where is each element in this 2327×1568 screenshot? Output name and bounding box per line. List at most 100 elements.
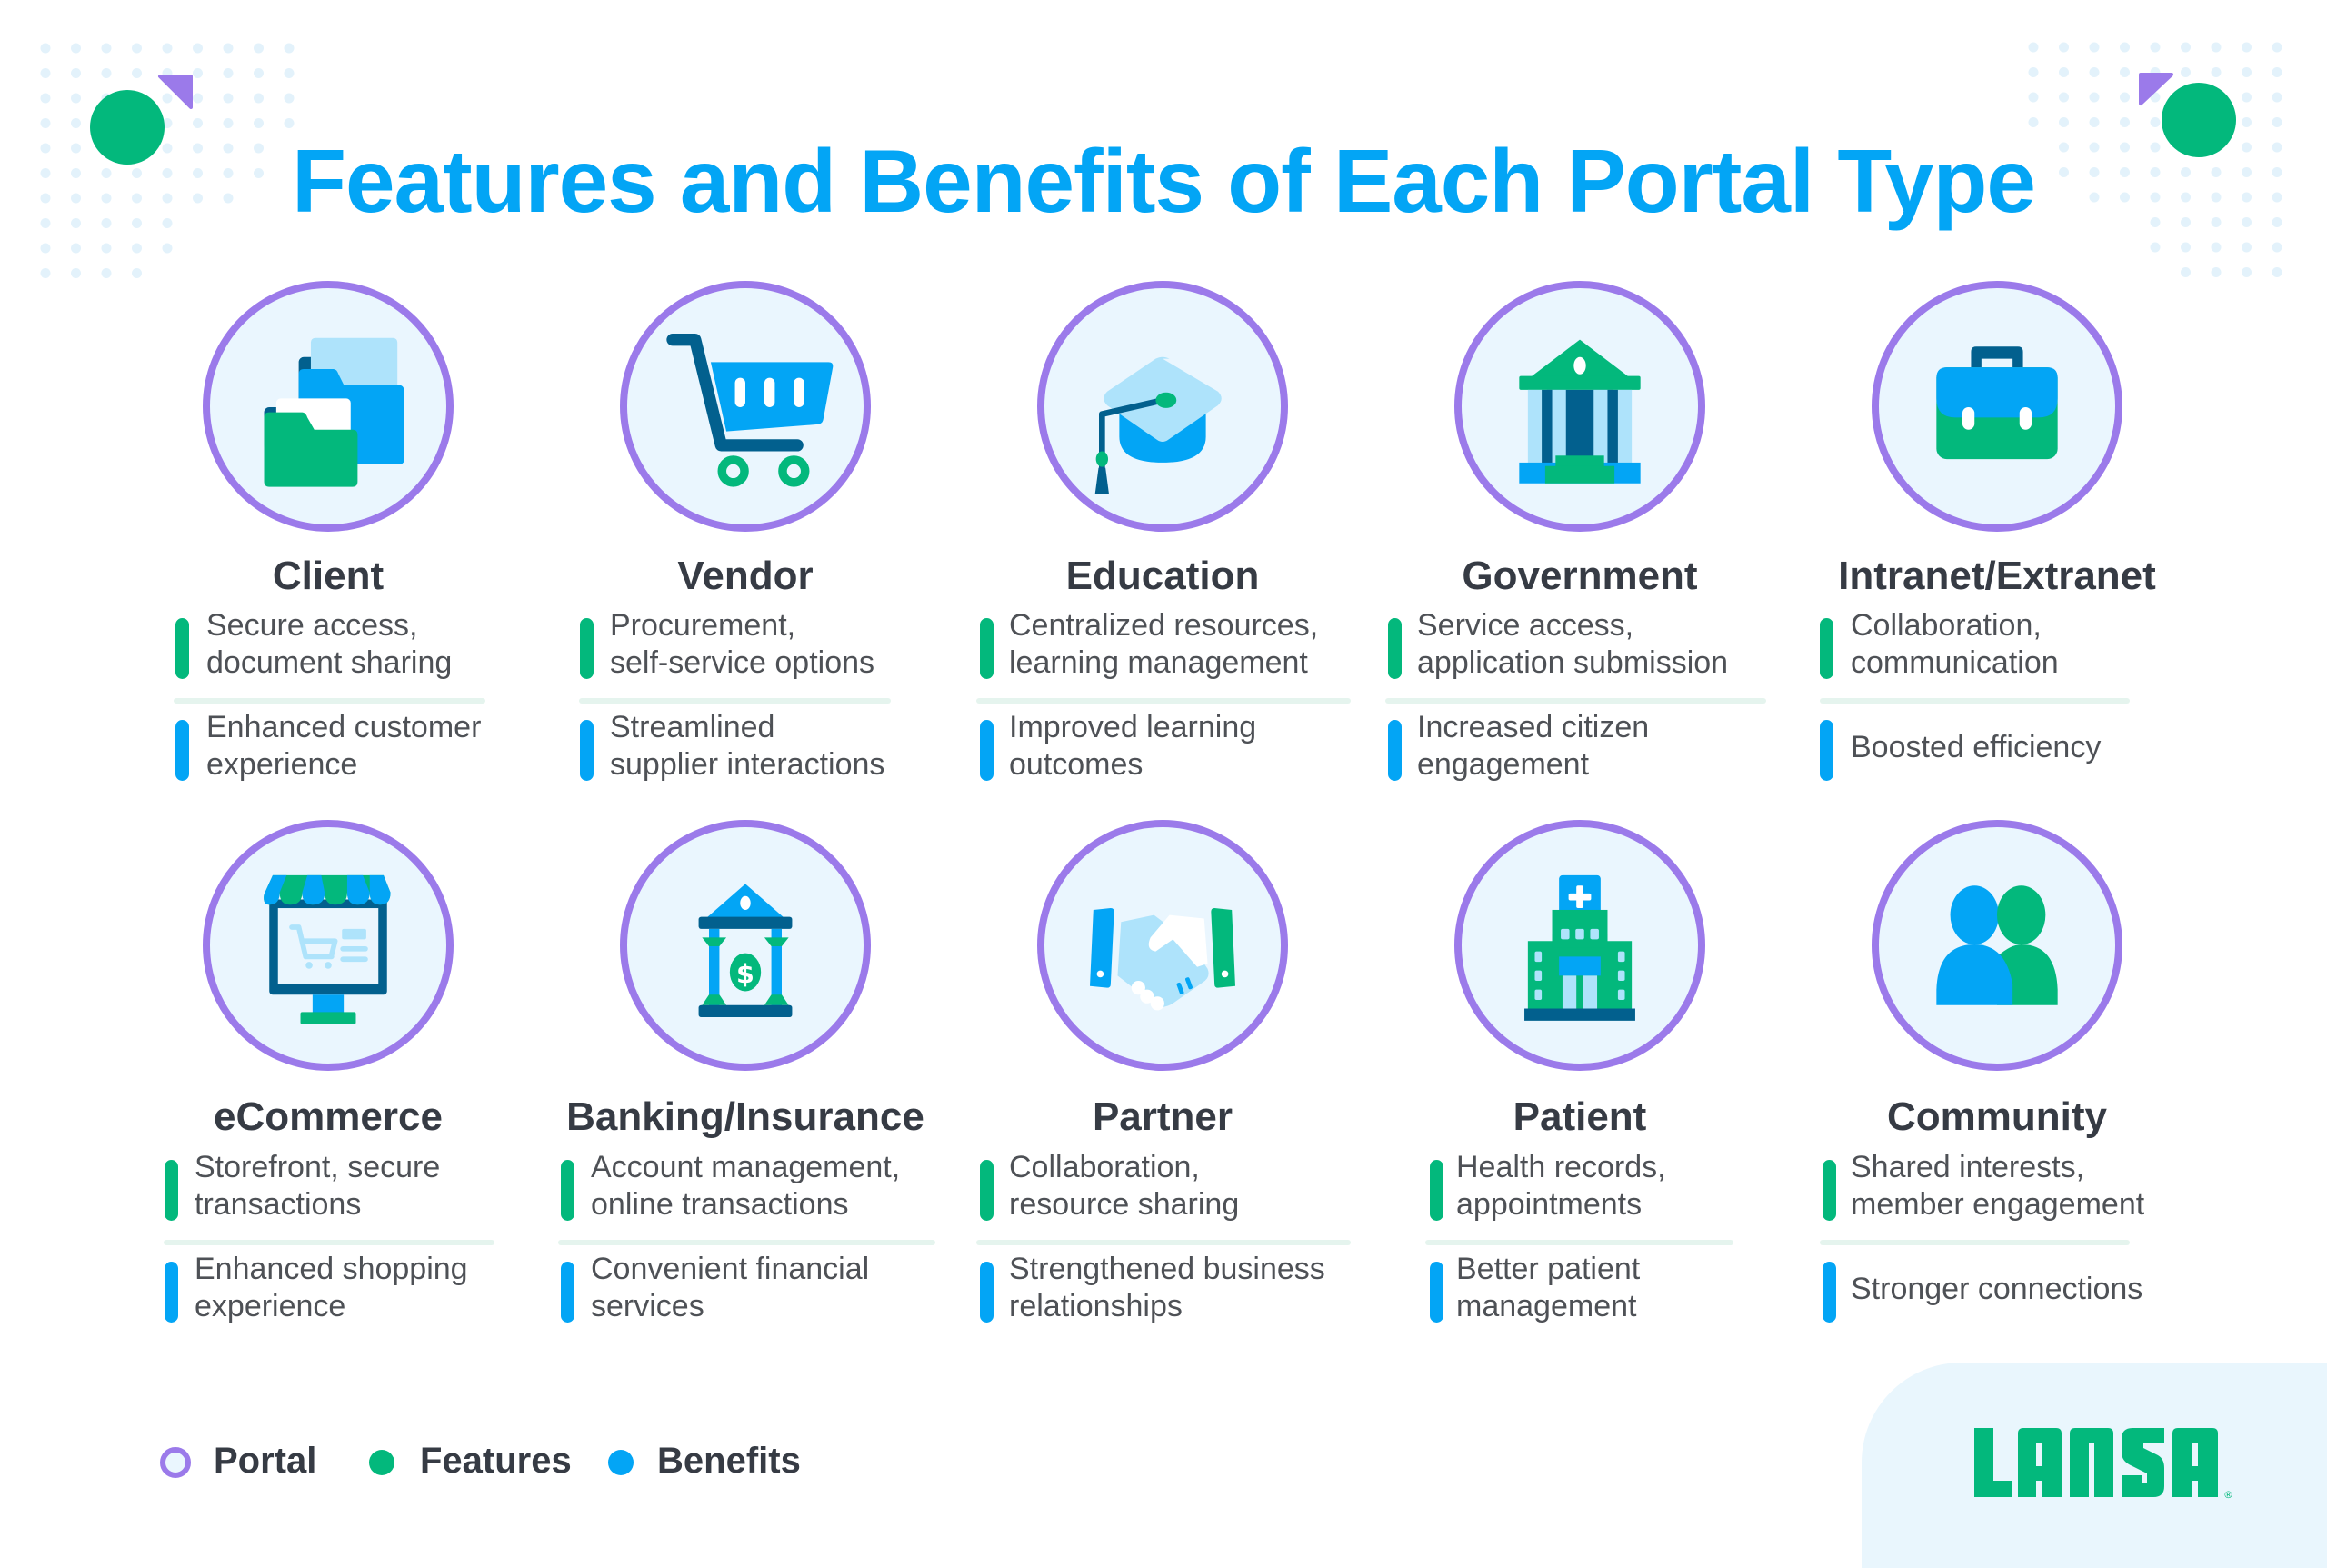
benefit-line: Better patient bbox=[1456, 1252, 1641, 1286]
decorative-dot bbox=[2242, 267, 2252, 277]
graduation-cap-icon bbox=[1094, 356, 1222, 494]
decorative-dot bbox=[101, 68, 112, 78]
svg-text:$: $ bbox=[736, 958, 754, 989]
legend-label-portal: Portal bbox=[214, 1441, 317, 1481]
decorative-dot bbox=[284, 68, 295, 78]
feature-line: document sharing bbox=[206, 645, 453, 680]
decorative-dot bbox=[254, 93, 264, 104]
divider bbox=[976, 1240, 1351, 1245]
decorative-dot bbox=[2181, 267, 2191, 277]
benefit-marker bbox=[561, 1262, 574, 1323]
decorative-dot bbox=[40, 268, 51, 278]
decorative-dot bbox=[2059, 117, 2069, 127]
decorative-dot bbox=[284, 43, 295, 54]
feature-line: member engagement bbox=[1851, 1187, 2145, 1222]
decorative-dot bbox=[2150, 117, 2161, 127]
decorative-dot bbox=[2242, 67, 2252, 77]
feature-line: Secure access, bbox=[206, 608, 418, 643]
divider bbox=[174, 698, 485, 704]
divider bbox=[976, 698, 1351, 704]
decorative-dot bbox=[101, 268, 112, 278]
benefit-marker bbox=[980, 1262, 994, 1323]
decorative-dot bbox=[2272, 42, 2282, 53]
decorative-dot bbox=[2211, 67, 2222, 77]
decorative-dot bbox=[132, 243, 142, 254]
decorative-dot bbox=[101, 243, 112, 254]
benefit-line: experience bbox=[195, 1289, 346, 1323]
decorative-dot bbox=[2059, 42, 2069, 53]
decorative-dot bbox=[284, 93, 295, 104]
feature-line: appointments bbox=[1456, 1187, 1643, 1222]
portal-ring bbox=[203, 820, 454, 1071]
briefcase-icon bbox=[1936, 346, 2058, 460]
decorative-dot bbox=[254, 118, 264, 128]
decorative-dot bbox=[2242, 242, 2252, 253]
feature-marker bbox=[165, 1160, 178, 1221]
decorative-dot bbox=[2028, 67, 2039, 77]
decorative-dot bbox=[132, 43, 142, 54]
portal-ring bbox=[1454, 820, 1705, 1071]
portal-ring bbox=[1037, 820, 1288, 1071]
decorative-dot bbox=[2181, 242, 2191, 253]
benefit-text: Streamlined supplier interactions bbox=[610, 709, 884, 784]
decorative-dot bbox=[162, 43, 173, 54]
portal-ring bbox=[1454, 281, 1705, 532]
benefit-marker bbox=[175, 720, 189, 781]
feature-text: Collaboration, communication bbox=[1851, 607, 2059, 682]
portal-ring bbox=[1037, 281, 1288, 532]
benefit-line: Stronger connections bbox=[1851, 1272, 2143, 1306]
decorative-dot bbox=[71, 68, 81, 78]
feature-line: Health records, bbox=[1456, 1150, 1666, 1184]
legend-label-benefits: Benefits bbox=[657, 1441, 801, 1481]
decorative-dot bbox=[2150, 42, 2161, 53]
decorative-dot bbox=[40, 118, 51, 128]
decorative-dot bbox=[40, 43, 51, 54]
feature-line: Collaboration, bbox=[1009, 1150, 1200, 1184]
feature-line: Storefront, secure bbox=[195, 1150, 441, 1184]
decorative-dot bbox=[162, 243, 173, 254]
benefit-text: Boosted efficiency bbox=[1851, 729, 2101, 766]
decorative-dot bbox=[2089, 42, 2100, 53]
feature-line: learning management bbox=[1009, 645, 1308, 680]
bank-dollar-icon: $ bbox=[698, 884, 793, 1018]
decorative-dot bbox=[71, 118, 81, 128]
decorative-dot bbox=[101, 43, 112, 54]
legend-portal-ring-icon bbox=[160, 1447, 191, 1478]
page-title: Features and Benefits of Each Portal Typ… bbox=[292, 131, 2036, 231]
feature-line: Service access, bbox=[1417, 608, 1634, 643]
feature-text: Secure access, document sharing bbox=[206, 607, 452, 682]
decorative-dot bbox=[2150, 242, 2161, 253]
feature-line: Shared interests, bbox=[1851, 1150, 2085, 1184]
benefit-marker bbox=[1823, 1262, 1836, 1323]
divider bbox=[579, 698, 891, 704]
decorative-dot bbox=[2272, 267, 2282, 277]
portal-ring bbox=[1872, 820, 2122, 1071]
feature-marker bbox=[1430, 1160, 1443, 1221]
benefit-text: Increased citizen engagement bbox=[1417, 709, 1649, 784]
decorative-triangle-left bbox=[158, 75, 193, 109]
benefit-text: Better patient management bbox=[1456, 1251, 1640, 1325]
decorative-dot bbox=[2089, 117, 2100, 127]
divider bbox=[1385, 698, 1766, 704]
benefit-text: Strengthened business relationships bbox=[1009, 1251, 1325, 1325]
decorative-dot bbox=[2272, 117, 2282, 127]
portal-title: Intranet/Extranet bbox=[1838, 554, 2156, 598]
decorative-dot bbox=[71, 93, 81, 104]
decorative-dot bbox=[2181, 42, 2191, 53]
feature-line: transactions bbox=[195, 1187, 362, 1222]
benefit-line: management bbox=[1456, 1289, 1637, 1323]
decorative-dot bbox=[2120, 92, 2130, 103]
decorative-dot bbox=[2028, 42, 2039, 53]
decorative-dot bbox=[2120, 67, 2130, 77]
benefit-line: Enhanced shopping bbox=[195, 1252, 468, 1286]
feature-marker bbox=[980, 1160, 994, 1221]
benefit-marker bbox=[1388, 720, 1402, 781]
benefit-line: experience bbox=[206, 747, 358, 782]
decorative-dot bbox=[2272, 67, 2282, 77]
decorative-dot bbox=[40, 93, 51, 104]
decorative-dot bbox=[2242, 42, 2252, 53]
decorative-dot bbox=[71, 43, 81, 54]
decorative-dot bbox=[223, 43, 234, 54]
decorative-dot bbox=[40, 243, 51, 254]
decorative-dot bbox=[2272, 92, 2282, 103]
